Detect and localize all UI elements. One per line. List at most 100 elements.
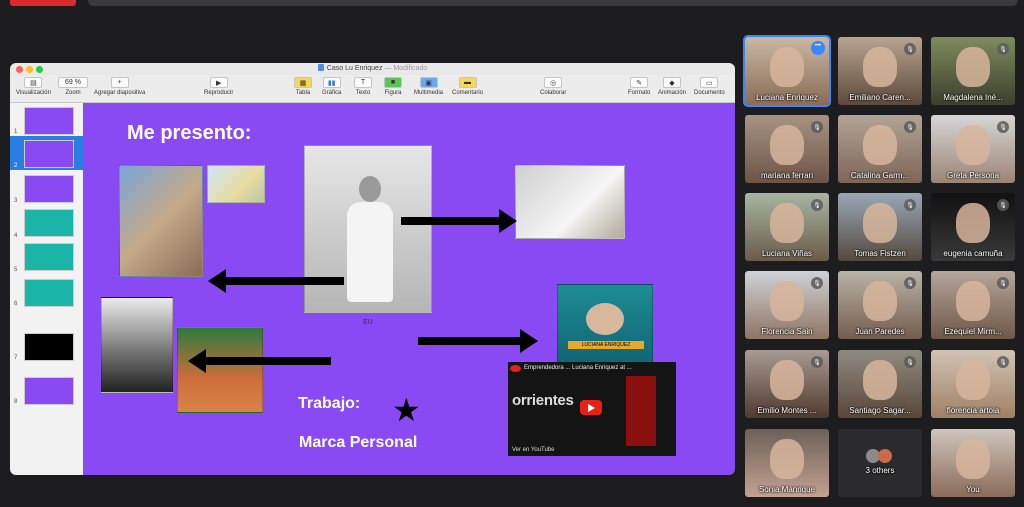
participant-tile[interactable]: 🎙 Luciana Viñas [745,193,829,261]
slide-thumbnail-1[interactable] [24,107,74,135]
brand-heading: Marca Personal [299,434,418,451]
participant-tile[interactable]: 🎙 Florencia Sain [745,271,829,339]
participant-video [770,46,804,88]
chart-button[interactable]: ▮▮ Gráfica [322,77,341,96]
play-icon: ▶ [209,77,228,88]
comment-icon: ▬ [458,77,477,88]
participant-tile[interactable]: 3 others [838,429,922,497]
arrow-right-middle [418,329,538,353]
poster-name: LUCIANA ENRIQUEZ [568,341,644,349]
participant-name: Luciana Viñas [761,249,813,258]
portrait-body [347,202,393,302]
video-stage-text: orrientes [512,392,574,409]
arrow-right-top [401,209,517,233]
participant-tile[interactable]: 🎙 Emilio Montes ... [745,350,829,418]
table-button[interactable]: ▦ Tabla [294,77,312,96]
shared-screen-keynote-window: Caso Lu Enriquez — Modificado ▤ Visualiz… [10,63,735,475]
participant-video [956,359,990,401]
animation-button[interactable]: ◆ Animación [658,77,686,96]
view-button[interactable]: ▤ Visualización [16,77,51,96]
document-inspector-icon: ▭ [700,77,719,88]
participant-tile[interactable]: 🎙 Santiago Sagar... [838,350,922,418]
youtube-video-embed[interactable]: Emprendedora ... Luciana Enriquez at ...… [508,362,676,456]
collaborate-icon: ◎ [544,77,563,88]
plus-icon: + [110,77,129,88]
participant-tile[interactable]: ••• Luciana Enriquez [743,35,831,107]
photo-writing [515,165,625,239]
keynote-toolbar: ▤ Visualización 69 % Zoom + Agregar diap… [10,75,735,103]
muted-mic-icon: 🎙 [997,199,1009,211]
participant-tile[interactable]: 🎙 florencia artola [931,350,1015,418]
slide-number: 2 [14,163,18,169]
participant-video [770,124,804,166]
others-avatars-icon [866,449,894,463]
participant-tile[interactable]: 🎙 eugenia camuña [931,193,1015,261]
watch-on-youtube-link[interactable]: Ver en YouTube [512,447,554,453]
participant-video [956,46,990,88]
format-button[interactable]: ✎ Formato [628,77,650,96]
comment-button[interactable]: ▬ Comentario [452,77,483,96]
star-icon: ★ [392,392,421,428]
leave-button[interactable] [10,0,76,6]
arrow-left-bottom [188,349,331,373]
participant-video [770,202,804,244]
text-button[interactable]: T Texto [354,77,372,96]
chart-label: Gráfica [322,90,342,96]
muted-mic-icon: 🎙 [904,356,916,368]
muted-mic-icon: 🎙 [904,199,916,211]
add-slide-label: Agregar diapositiva [94,90,146,96]
participant-name: 3 others [865,466,895,475]
slide-thumbnail-8[interactable] [24,377,74,405]
format-label: Formato [628,90,651,96]
muted-mic-icon: 🎙 [997,43,1009,55]
slide-thumbnail-6[interactable] [24,279,74,307]
add-slide-button[interactable]: + Agregar diapositiva [94,77,145,96]
slide-number: 4 [14,233,18,239]
participant-tile[interactable]: 🎙 Juan Paredes [838,271,922,339]
animation-label: Animación [658,90,687,96]
participant-tile[interactable]: 🎙 Ezequiel Mirm... [931,271,1015,339]
slide-canvas[interactable]: Me presento: EU LUCIANA ENRIQUEZ Trabajo… [83,103,735,475]
document-button[interactable]: ▭ Documento [694,77,725,96]
media-button[interactable]: ▣ Multimedia [414,77,443,96]
participant-tile[interactable]: 🎙 Catalina Garm... [838,115,922,183]
participant-tile[interactable]: You [931,429,1015,497]
play-button[interactable]: ▶ Reproducir [204,77,233,96]
youtube-play-icon[interactable] [580,400,602,415]
participant-name: Ezequiel Mirm... [944,327,1002,336]
muted-mic-icon: 🎙 [997,356,1009,368]
collaborate-button[interactable]: ◎ Colaborar [540,77,566,96]
participant-name: Magdalena Iné... [943,93,1003,102]
slide-thumbnail-7[interactable] [24,333,74,361]
top-search-bar[interactable] [88,0,1018,6]
slide-thumbnail-4[interactable] [24,209,74,237]
participant-tile[interactable]: 🎙 Emiliano Caren... [838,37,922,105]
participant-tile[interactable]: Sonia Manrique [745,429,829,497]
slide-thumbnail-5[interactable] [24,243,74,271]
shape-button[interactable]: ■ Figura [384,77,402,96]
text-icon: T [354,77,372,88]
shape-icon: ■ [384,77,402,88]
window-title: Caso Lu Enriquez — Modificado [10,64,735,72]
table-label: Tabla [295,90,311,96]
muted-mic-icon: 🎙 [811,356,823,368]
participant-name: mariana ferrari [760,171,813,180]
participant-video [863,46,897,88]
participant-tile[interactable]: 🎙 Greta Persona [931,115,1015,183]
work-heading: Trabajo: [298,395,361,412]
zoom-button[interactable]: 69 % Zoom [58,77,88,96]
slide-number: 3 [14,198,18,204]
participant-name: Sonia Manrique [758,485,816,494]
more-options-icon[interactable]: ••• [811,41,825,55]
participant-name: Santiago Sagar... [849,406,911,415]
photo-caption: EU [363,319,373,326]
participant-tile[interactable]: 🎙 Magdalena Iné... [931,37,1015,105]
slide-thumbnail-2[interactable] [22,138,76,170]
collaborate-label: Colaborar [540,90,567,96]
participant-tile[interactable]: 🎙 Tomas Fistzen [838,193,922,261]
comment-label: Comentario [452,90,484,96]
participant-name: Emiliano Caren... [849,93,911,102]
participant-tile[interactable]: 🎙 mariana ferrari [745,115,829,183]
slide-thumbnail-3[interactable] [24,175,74,203]
chart-icon: ▮▮ [322,77,341,88]
